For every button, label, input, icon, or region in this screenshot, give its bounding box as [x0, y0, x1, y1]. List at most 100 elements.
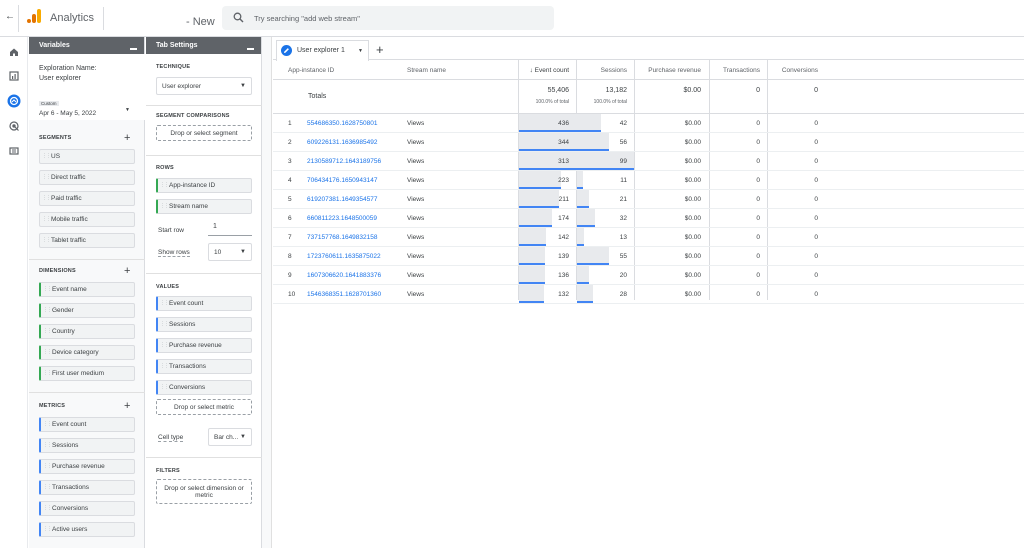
dimension-chip[interactable]: Gender	[39, 303, 135, 318]
metric-chip[interactable]: Active users	[39, 522, 135, 537]
table-row[interactable]: 7 737157768.1649832158 Views 142 13 $0.00 0 0	[273, 228, 1024, 247]
app-instance-id-link[interactable]: 706434176.1650943147	[307, 177, 378, 184]
home-icon[interactable]	[9, 47, 19, 57]
cell-type-select[interactable]: Bar ch... ▼	[208, 428, 252, 446]
dimension-chip[interactable]: Country	[39, 324, 135, 339]
filter-dropzone[interactable]: Drop or select dimension or metric	[156, 479, 252, 504]
row-chip[interactable]: Stream name	[156, 199, 252, 214]
app-instance-id-link[interactable]: 660811223.1648500059	[307, 215, 377, 222]
sessions-bar-line	[577, 282, 589, 284]
dimension-chip[interactable]: Event name	[39, 282, 135, 297]
stream-name: Views	[407, 177, 425, 184]
property-selector[interactable]: - New	[186, 16, 215, 28]
dimension-chip[interactable]: Device category	[39, 345, 135, 360]
table-row[interactable]: 1 554686350.1628750801 Views 436 42 $0.00 0 0	[273, 114, 1024, 133]
add-dimension-icon[interactable]: +	[124, 266, 130, 277]
chevron-down-icon[interactable]: ▼	[358, 48, 363, 54]
table-row[interactable]: 8 1723760611.1635875022 Views 139 55 $0.00 0 0	[273, 247, 1024, 266]
conversions-value: 0	[814, 196, 818, 203]
metric-chip[interactable]: Sessions	[39, 438, 135, 453]
sessions-value: 11	[620, 177, 627, 184]
stream-name: Views	[407, 272, 425, 279]
app-instance-id-link[interactable]: 737157768.1649832158	[307, 234, 378, 241]
exploration-name-value[interactable]: User explorer	[39, 75, 81, 82]
transactions-value: 0	[756, 158, 760, 165]
app-instance-id-link[interactable]: 1546368351.1628701360	[307, 291, 381, 298]
column-header-app-instance-id[interactable]: App-instance ID	[288, 67, 334, 74]
metric-chip[interactable]: Conversions	[39, 501, 135, 516]
conversions-value: 0	[814, 253, 818, 260]
stream-name: Views	[407, 196, 425, 203]
column-header-stream-name[interactable]: Stream name	[407, 67, 446, 74]
metric-chip[interactable]: Purchase revenue	[39, 459, 135, 474]
table-row[interactable]: 9 1607306620.1641883376 Views 136 20 $0.00 0 0	[273, 266, 1024, 285]
divider	[29, 259, 145, 260]
value-chip[interactable]: Event count	[156, 296, 252, 311]
column-header-event-count[interactable]: ↓ Event count	[530, 67, 569, 74]
add-tab-icon[interactable]: +	[376, 42, 384, 57]
segment-chip[interactable]: US	[39, 149, 135, 164]
exploration-name-label: Exploration Name:	[39, 65, 97, 72]
search-input[interactable]: Try searching "add web stream"	[254, 14, 360, 23]
row-chip[interactable]: App-instance ID	[156, 178, 252, 193]
chevron-down-icon[interactable]: ▼	[125, 107, 130, 113]
sessions-bar-line	[577, 187, 583, 189]
minimize-icon[interactable]	[247, 48, 254, 50]
search-bar[interactable]: Try searching "add web stream"	[222, 6, 554, 30]
segment-chip[interactable]: Paid traffic	[39, 191, 135, 206]
add-metric-icon[interactable]: +	[124, 401, 130, 412]
purchase-revenue-value: $0.00	[684, 234, 701, 241]
segment-chip[interactable]: Tablet traffic	[39, 233, 135, 248]
date-range-picker[interactable]: Custom Apr 6 - May 5, 2022 ▼	[29, 95, 145, 120]
panel-title: Variables	[39, 42, 70, 49]
app-instance-id-link[interactable]: 609226131.1636985492	[307, 139, 378, 146]
segment-chip[interactable]: Direct traffic	[39, 170, 135, 185]
configure-icon[interactable]	[9, 146, 19, 156]
show-rows-select[interactable]: 10 ▼	[208, 243, 252, 261]
purchase-revenue-value: $0.00	[684, 215, 701, 222]
metric-chip[interactable]: Transactions	[39, 480, 135, 495]
app-instance-id-link[interactable]: 1607306620.1641883376	[307, 272, 381, 279]
explore-icon[interactable]	[7, 94, 21, 108]
event-count-bar-line	[519, 149, 584, 151]
stream-name: Views	[407, 139, 425, 146]
table-row[interactable]: 2 609226131.1636985492 Views 344 56 $0.00 0 0	[273, 133, 1024, 152]
variables-panel: Variables Exploration Name: User explore…	[29, 37, 145, 548]
start-row-input[interactable]: 1	[208, 223, 252, 236]
transactions-value: 0	[756, 120, 760, 127]
value-chip[interactable]: Purchase revenue	[156, 338, 252, 353]
app-instance-id-link[interactable]: 1723760611.1635875022	[307, 253, 381, 260]
tab-user-explorer[interactable]: User explorer 1 ▼	[276, 40, 369, 61]
back-arrow-icon[interactable]: ←	[5, 11, 15, 22]
table-row[interactable]: 6 660811223.1648500059 Views 174 32 $0.00 0 0	[273, 209, 1024, 228]
exploration-name-card[interactable]: Exploration Name: User explorer	[29, 54, 145, 96]
value-chip[interactable]: Sessions	[156, 317, 252, 332]
advertising-icon[interactable]	[9, 121, 19, 131]
app-instance-id-link[interactable]: 619207381.1649354577	[307, 196, 378, 203]
value-chip[interactable]: Conversions	[156, 380, 252, 395]
segment-chip[interactable]: Mobile traffic	[39, 212, 135, 227]
app-instance-id-link[interactable]: 554686350.1628750801	[307, 120, 378, 127]
value-chip[interactable]: Transactions	[156, 359, 252, 374]
technique-select[interactable]: User explorer ▼	[156, 77, 252, 95]
table-row[interactable]: 4 706434176.1650943147 Views 223 11 $0.00 0 0	[273, 171, 1024, 190]
column-header-sessions[interactable]: Sessions	[601, 67, 627, 74]
metric-chip[interactable]: Event count	[39, 417, 135, 432]
table-row[interactable]: 5 619207381.1649354577 Views 211 21 $0.00 0 0	[273, 190, 1024, 209]
edit-pencil-icon	[281, 45, 292, 56]
dimension-chip[interactable]: First user medium	[39, 366, 135, 381]
table-row[interactable]: 10 1546368351.1628701360 Views 132 28 $0.00 0 0	[273, 285, 1024, 304]
dropzone-label: Drop or select segment	[170, 129, 238, 137]
column-header-conversions[interactable]: Conversions	[782, 67, 818, 74]
minimize-icon[interactable]	[130, 48, 137, 50]
column-header-purchase-revenue[interactable]: Purchase revenue	[648, 67, 701, 74]
app-instance-id-link[interactable]: 2130589712.1643189756	[307, 158, 381, 165]
show-rows-label: Show rows	[158, 249, 190, 257]
metric-dropzone[interactable]: Drop or select metric	[156, 399, 252, 415]
add-segment-icon[interactable]: +	[124, 133, 130, 144]
table-row[interactable]: 3 2130589712.1643189756 Views 313 99 $0.00 0 0	[273, 152, 1024, 171]
segment-dropzone[interactable]: Drop or select segment	[156, 125, 252, 141]
cell-type-label: Cell type	[158, 434, 184, 442]
column-header-transactions[interactable]: Transactions	[723, 67, 760, 74]
reports-icon[interactable]	[9, 71, 19, 81]
